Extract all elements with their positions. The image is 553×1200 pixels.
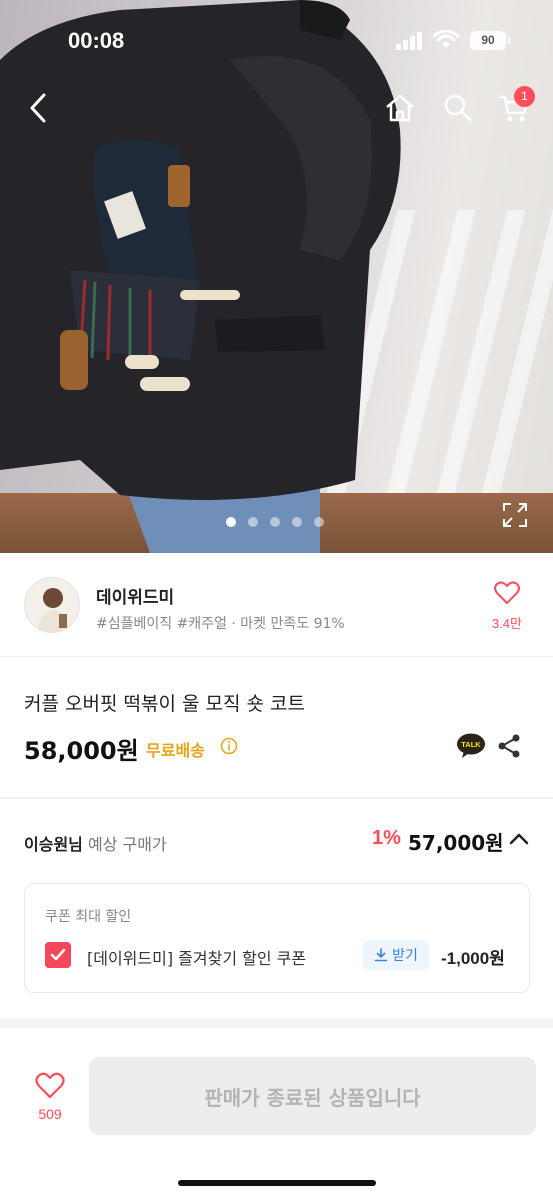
home-icon [386, 94, 414, 122]
avatar-image [25, 578, 79, 632]
coupon-get-label: 받기 [392, 948, 418, 964]
coat-illustration [0, 0, 401, 553]
expected-price-label: 이승원님 예상 구매가 [24, 831, 167, 855]
gallery-dot[interactable] [314, 517, 324, 527]
shop-like-button[interactable]: 3.4만 [485, 581, 529, 632]
signal-icon [396, 32, 422, 50]
gallery-dot[interactable] [226, 517, 236, 527]
shop-name[interactable]: 데이위드미 [96, 583, 174, 608]
cart-badge: 1 [514, 86, 535, 107]
coupon-header: 쿠폰 최대 할인 [45, 909, 132, 925]
discount-percent: 1% [372, 827, 401, 849]
gallery-pagination [226, 517, 324, 527]
coupon-box: 쿠폰 최대 할인 [데이위드미] 즐겨찾기 할인 쿠폰 받기 -1,000원 [24, 883, 530, 993]
section-band [0, 1018, 553, 1028]
soldout-button: 판매가 종료된 상품입니다 [89, 1057, 536, 1135]
product-price: 58,000원 [24, 737, 139, 765]
back-arrow-icon [30, 93, 46, 123]
battery-indicator: 90 [470, 31, 510, 50]
heart-icon [494, 581, 520, 604]
chevron-up-icon[interactable] [508, 831, 530, 847]
kakaotalk-icon[interactable]: TALK [456, 733, 486, 759]
coupon-discount: -1,000원 [441, 949, 505, 968]
coupon-name: [데이위드미] 즐겨찾기 할인 쿠폰 [87, 949, 307, 968]
search-button[interactable] [438, 88, 478, 128]
shop-tags: #심플베이직 #캐주얼 · 마켓 만족도 91% [96, 616, 345, 632]
share-icon[interactable] [496, 733, 522, 759]
home-indicator [178, 1180, 376, 1186]
shop-like-count: 3.4만 [491, 616, 523, 631]
home-button[interactable] [380, 88, 420, 128]
coupon-checkbox[interactable] [45, 942, 71, 968]
coupon-get-button[interactable]: 받기 [363, 940, 429, 970]
expected-label: 예상 구매가 [87, 835, 167, 854]
search-icon [444, 94, 472, 122]
expand-icon[interactable] [502, 502, 528, 528]
svg-text:TALK: TALK [461, 740, 481, 749]
back-button[interactable] [18, 88, 58, 128]
product-like-button[interactable]: 509 [28, 1072, 72, 1122]
product-title: 커플 오버핏 떡볶이 울 모직 숏 코트 [24, 693, 305, 715]
check-icon [50, 948, 66, 961]
shop-avatar[interactable] [24, 577, 80, 633]
product-like-count: 509 [38, 1106, 62, 1122]
expected-price: 57,000원 [408, 831, 504, 855]
expected-price-row[interactable]: 이승원님 예상 구매가 1% 57,000원 [0, 799, 553, 879]
status-time: 00:08 [68, 28, 125, 53]
user-name: 이승원님 [24, 835, 83, 854]
download-icon [374, 948, 388, 962]
shipping-badge: 무료배송 [146, 741, 205, 760]
status-bar: 00:08 90 [0, 26, 553, 56]
gallery-dot[interactable] [248, 517, 258, 527]
info-icon[interactable] [220, 737, 238, 755]
gallery-dot[interactable] [292, 517, 302, 527]
gallery-dot[interactable] [270, 517, 280, 527]
product-image[interactable]: 00:08 90 1 [0, 0, 553, 553]
heart-icon [35, 1072, 65, 1099]
bottom-bar: 509 판매가 종료된 상품입니다 [0, 1028, 553, 1200]
shop-section[interactable]: 데이위드미 #심플베이직 #캐주얼 · 마켓 만족도 91% 3.4만 [0, 553, 553, 657]
wifi-icon [433, 30, 459, 48]
product-info: 커플 오버핏 떡볶이 울 모직 숏 코트 58,000원 무료배송 TALK [0, 657, 553, 797]
